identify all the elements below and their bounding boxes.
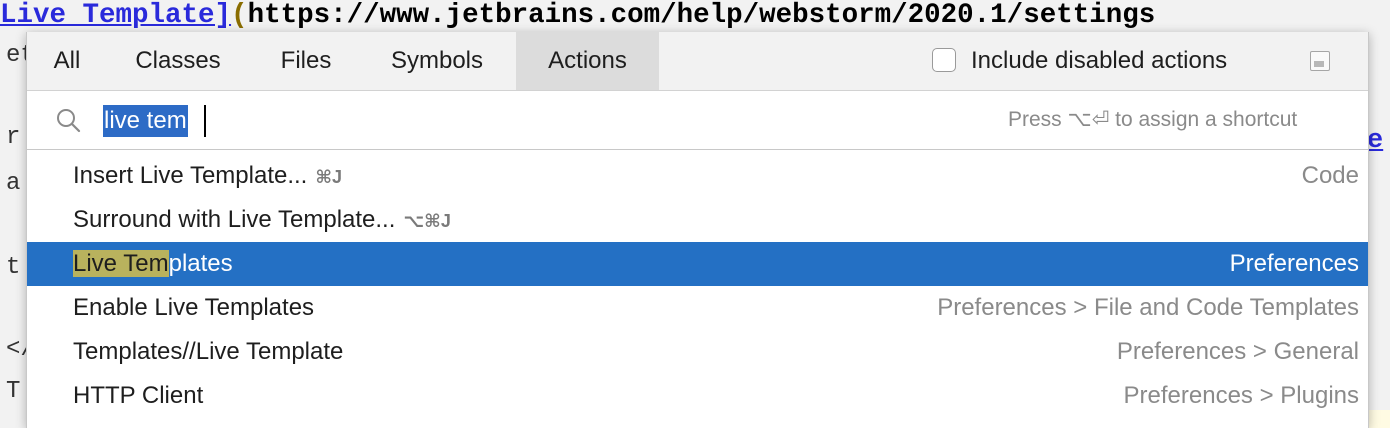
search-row: live tem Press ⌥⏎ to assign a shortcut xyxy=(27,91,1368,150)
tab-symbols[interactable]: Symbols xyxy=(367,32,507,90)
item-name: Templates//Live Template xyxy=(73,338,344,365)
editor-fragment: </ xyxy=(6,336,35,363)
editor-fragment: a xyxy=(6,170,21,197)
include-disabled-checkbox[interactable] xyxy=(932,48,956,72)
item-name: Surround with Live Template... xyxy=(73,206,396,233)
list-item-selected[interactable]: Live Templates Preferences xyxy=(27,242,1368,286)
item-name-wrap: Live Templates xyxy=(73,242,233,286)
editor-fragment: T xyxy=(6,378,21,405)
editor-highlight-strip xyxy=(1367,410,1390,428)
preview-toggle-icon[interactable] xyxy=(1310,51,1330,71)
include-disabled-label[interactable]: Include disabled actions xyxy=(971,32,1227,90)
search-input-value[interactable]: live tem xyxy=(103,105,188,137)
item-name-rest: plates xyxy=(168,250,233,277)
editor-url-text: https://www.jetbrains.com/help/webstorm/… xyxy=(247,0,1156,31)
editor-right-fragment: e xyxy=(1367,126,1384,156)
item-name-wrap: Insert Live Template... ⌘J xyxy=(73,154,342,199)
shortcut-hint: Press ⌥⏎ to assign a shortcut xyxy=(1008,108,1298,131)
search-everywhere-popup: All Classes Files Symbols Actions Includ… xyxy=(26,32,1369,428)
results-list: Insert Live Template... ⌘J Code Surround … xyxy=(27,154,1368,418)
item-name-match-highlight: Live Tem xyxy=(73,250,169,277)
item-name: HTTP Client xyxy=(73,382,204,409)
editor-top-line: Live Template](https://www.jetbrains.com… xyxy=(0,0,1155,32)
item-shortcut: ⌥⌘J xyxy=(403,211,451,231)
list-item[interactable]: Enable Live Templates Preferences > File… xyxy=(27,286,1368,330)
item-location: Code xyxy=(1301,162,1359,189)
list-item[interactable]: Templates//Live Template Preferences > G… xyxy=(27,330,1368,374)
editor-fragment: et xyxy=(6,42,35,69)
search-icon xyxy=(57,109,81,133)
item-name: Insert Live Template... xyxy=(73,162,308,189)
item-location: Preferences xyxy=(1229,250,1359,277)
item-location: Preferences > File and Code Templates xyxy=(937,294,1359,321)
editor-fragment: r xyxy=(6,124,21,151)
item-name-wrap: HTTP Client xyxy=(73,374,203,418)
item-name: Enable Live Templates xyxy=(73,294,315,321)
editor-link-text[interactable]: Live Template] xyxy=(0,0,231,31)
list-item[interactable]: HTTP Client Preferences > Plugins xyxy=(27,374,1368,418)
tab-actions[interactable]: Actions xyxy=(516,32,659,90)
item-name-wrap: Surround with Live Template... ⌥⌘J xyxy=(73,198,451,243)
item-name-wrap: Templates//Live Template xyxy=(73,330,343,374)
tab-all[interactable]: All xyxy=(35,32,99,90)
item-name-wrap: Enable Live Templates xyxy=(73,286,314,330)
item-location: Preferences > Plugins xyxy=(1123,382,1359,409)
text-caret xyxy=(204,105,206,137)
list-item[interactable]: Surround with Live Template... ⌥⌘J xyxy=(27,198,1368,242)
tab-files[interactable]: Files xyxy=(259,32,353,90)
list-item[interactable]: Insert Live Template... ⌘J Code xyxy=(27,154,1368,198)
item-shortcut: ⌘J xyxy=(315,167,343,187)
tab-classes[interactable]: Classes xyxy=(115,32,241,90)
editor-paren: ( xyxy=(231,0,248,31)
editor-fragment: t xyxy=(6,254,21,281)
item-location: Preferences > General xyxy=(1116,338,1359,365)
tab-bar: All Classes Files Symbols Actions Includ… xyxy=(27,32,1368,91)
